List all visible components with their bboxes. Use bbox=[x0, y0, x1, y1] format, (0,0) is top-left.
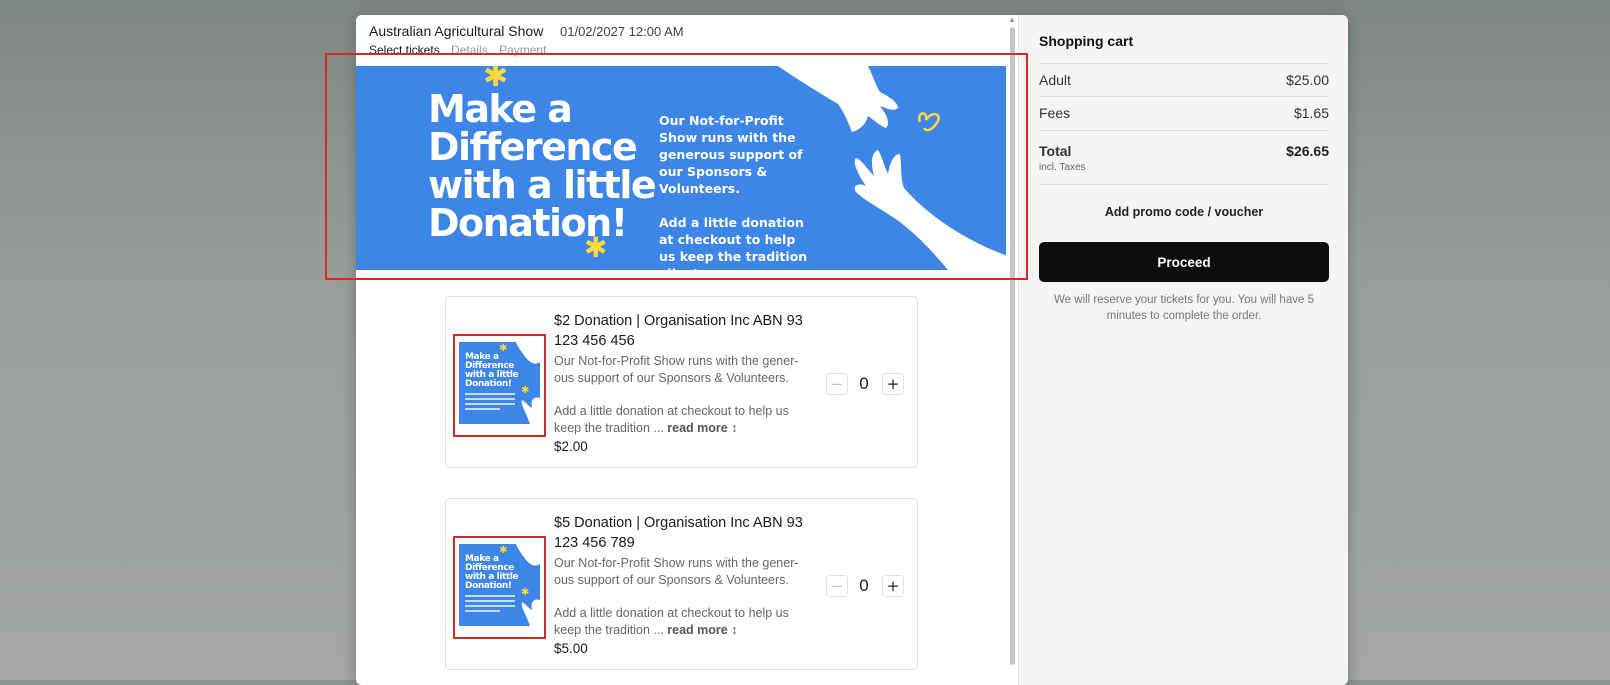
divider bbox=[1039, 63, 1329, 64]
cart-line-label: Fees bbox=[1039, 105, 1071, 121]
reaching-hands-illustration bbox=[516, 544, 540, 626]
ticket-thumbnail[interactable]: ✱ ✱ Make a Difference with a little Dona… bbox=[459, 544, 540, 626]
cart-line-amount: $1.65 bbox=[1293, 105, 1329, 121]
cart-line-item: Adult $25.00 bbox=[1039, 72, 1329, 88]
quantity-value: 0 bbox=[859, 576, 869, 595]
ticket-title: $2 Donation | Organisation Inc ABN 93 12… bbox=[554, 313, 803, 349]
total-amount: $26.65 bbox=[1286, 143, 1329, 159]
read-more-link[interactable]: read more ↕ bbox=[667, 421, 737, 435]
ticket-description-line: Our Not-for-Profit Show runs with the ge… bbox=[554, 556, 799, 587]
read-more-link[interactable]: read more ↕ bbox=[667, 623, 737, 637]
plus-icon: + bbox=[886, 577, 900, 595]
divider bbox=[1039, 96, 1329, 97]
step-payment[interactable]: Payment bbox=[499, 43, 546, 57]
divider bbox=[1039, 184, 1329, 185]
ticket-title: $5 Donation | Organisation Inc ABN 93 12… bbox=[554, 515, 803, 551]
cart-line-item: Fees $1.65 bbox=[1039, 105, 1329, 121]
event-title: Australian Agricultural Show bbox=[369, 23, 544, 39]
ticket-selection-panel: Australian Agricultural Show 01/02/2027 … bbox=[356, 15, 1018, 685]
decrease-quantity-button[interactable]: − bbox=[826, 575, 848, 597]
ticket-price: $5.00 bbox=[554, 641, 588, 656]
ticket-thumbnail-highlight: ✱ ✱ Make a Difference with a little Dona… bbox=[453, 334, 546, 437]
ticket-description: Our Not-for-Profit Show runs with the ge… bbox=[554, 353, 812, 436]
banner-headline: Make a Difference with a little Donation… bbox=[428, 87, 657, 245]
cart-line-label: Adult bbox=[1039, 72, 1071, 88]
donation-banner: ✱ ✱ Make a Difference with a little Dona… bbox=[356, 66, 1008, 270]
reaching-hands-illustration bbox=[778, 66, 1008, 270]
ticket-card: ✱ ✱ Make a Difference with a little Dona… bbox=[445, 498, 918, 670]
checkout-steps: Select tickets Details Payment bbox=[369, 43, 554, 57]
checkout-modal: Australian Agricultural Show 01/02/2027 … bbox=[356, 15, 1348, 685]
increase-quantity-button[interactable]: + bbox=[882, 575, 904, 597]
ticket-description: Our Not-for-Profit Show runs with the ge… bbox=[554, 555, 812, 638]
minus-icon: − bbox=[830, 577, 844, 595]
step-select-tickets[interactable]: Select tickets bbox=[369, 43, 440, 57]
cart-line-amount: $25.00 bbox=[1286, 72, 1329, 88]
thumbnail-text-lines bbox=[465, 595, 515, 615]
thumbnail-text-lines bbox=[465, 393, 515, 413]
plus-icon: + bbox=[886, 375, 900, 393]
promo-code-link[interactable]: Add promo code / voucher bbox=[1039, 205, 1329, 219]
divider bbox=[1039, 130, 1329, 131]
minus-icon: − bbox=[830, 375, 844, 393]
ticket-card: ✱ ✱ Make a Difference with a little Dona… bbox=[445, 296, 918, 468]
scrollbar-thumb[interactable] bbox=[1010, 27, 1015, 665]
shopping-cart-panel: Shopping cart Adult $25.00 Fees $1.65 To… bbox=[1018, 15, 1348, 685]
ticket-price: $2.00 bbox=[554, 439, 588, 454]
cart-title: Shopping cart bbox=[1039, 33, 1134, 49]
decrease-quantity-button[interactable]: − bbox=[826, 373, 848, 395]
ticket-description-line: Our Not-for-Profit Show runs with the ge… bbox=[554, 354, 799, 385]
scrollbar[interactable]: ▲ bbox=[1006, 15, 1018, 685]
quantity-value: 0 bbox=[859, 374, 869, 393]
ticket-thumbnail-highlight: ✱ ✱ Make a Difference with a little Dona… bbox=[453, 536, 546, 639]
reaching-hands-illustration bbox=[516, 342, 540, 424]
total-tax-note: incl. Taxes bbox=[1039, 162, 1086, 173]
total-label: Total bbox=[1039, 143, 1072, 159]
scroll-up-arrow-icon[interactable]: ▲ bbox=[1008, 15, 1016, 24]
event-date: 01/02/2027 12:00 AM bbox=[560, 24, 684, 39]
reservation-note: We will reserve your tickets for you. Yo… bbox=[1054, 294, 1314, 322]
increase-quantity-button[interactable]: + bbox=[882, 373, 904, 395]
proceed-button[interactable]: Proceed bbox=[1039, 242, 1329, 282]
step-details[interactable]: Details bbox=[451, 43, 488, 57]
ticket-thumbnail[interactable]: ✱ ✱ Make a Difference with a little Dona… bbox=[459, 342, 540, 424]
